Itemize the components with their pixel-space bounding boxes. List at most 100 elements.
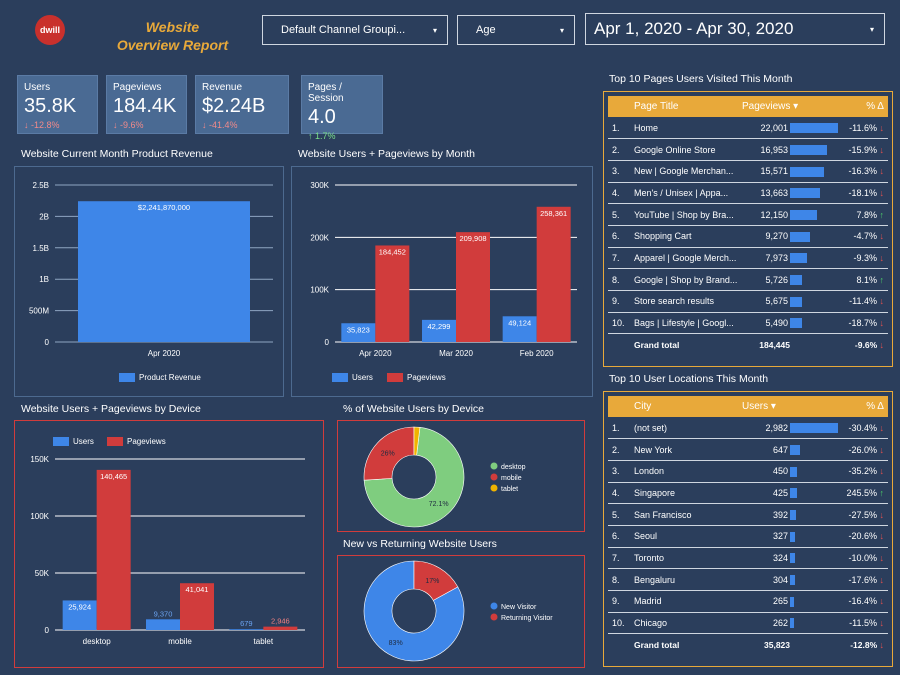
bar-pageviews[interactable]: [375, 245, 410, 342]
scorecard-delta: ↓ -9.6%: [113, 120, 144, 130]
x-tick-label: tablet: [254, 637, 274, 646]
table-row[interactable]: 5. San Francisco 392 -27.5% ↓: [608, 503, 888, 526]
bar-pageviews[interactable]: [536, 206, 571, 342]
y-tick-label: 1B: [39, 275, 49, 284]
slice-label: 26%: [381, 450, 395, 457]
row-bar-cell: [790, 225, 840, 248]
y-tick-label: 0: [45, 338, 50, 347]
table-row[interactable]: 6. Shopping Cart 9,270 -4.7% ↓: [608, 225, 888, 248]
legend-dot: [490, 613, 498, 621]
row-name: Toronto: [634, 547, 742, 570]
table-row[interactable]: 9. Madrid 265 -16.4% ↓: [608, 590, 888, 613]
scorecard-value: 4.0: [308, 106, 336, 128]
table-row[interactable]: 1. Home 22,001 -11.6% ↓: [608, 117, 888, 140]
y-tick-label: 100K: [30, 512, 49, 521]
y-tick-label: 300K: [310, 181, 329, 190]
bar-pageviews[interactable]: [263, 626, 298, 630]
revenue-chart-title: Website Current Month Product Revenue: [21, 148, 213, 160]
table-row[interactable]: 7. Toronto 324 -10.0% ↓: [608, 547, 888, 570]
scorecard-pages-session: Pages / Session 4.0 ↑ 1.7%: [301, 75, 383, 141]
table-row[interactable]: 6. Seoul 327 -20.6% ↓: [608, 525, 888, 548]
row-name: Store search results: [634, 290, 742, 313]
table-row[interactable]: 1. (not set) 2,982 -30.4% ↓: [608, 417, 888, 440]
column-header-title[interactable]: City: [634, 396, 742, 417]
scorecard-delta: ↓ -12.8%: [24, 120, 60, 130]
scorecard-label: Users: [24, 82, 51, 93]
bar-data-label: 184,452: [379, 247, 406, 256]
row-name: Apparel | Google Merch...: [634, 247, 742, 270]
monthly-chart-title: Website Users + Pageviews by Month: [298, 148, 475, 160]
table-row[interactable]: 10. Bags | Lifestyle | Googl... 5,490 -18.7…: [608, 312, 888, 335]
column-header-title[interactable]: Page Title: [634, 96, 742, 117]
arrow-down-icon: ↓: [879, 122, 885, 133]
value-bar: [790, 122, 838, 133]
pages-table-title: Top 10 Pages Users Visited This Month: [609, 73, 793, 85]
table-row[interactable]: 7. Apparel | Google Merch... 7,973 -9.3% ↓: [608, 247, 888, 270]
row-delta: -9.3% ↓: [840, 247, 888, 270]
column-header-delta[interactable]: % Δ: [840, 96, 888, 117]
legend-label: mobile: [501, 475, 522, 482]
y-tick-label: 2B: [39, 212, 49, 221]
scorecard-value: $2.24B: [202, 95, 266, 117]
table-row[interactable]: 9. Store search results 5,675 -11.4% ↓: [608, 290, 888, 313]
row-bar-cell: [790, 438, 840, 461]
row-value: 5,726: [742, 268, 790, 291]
scorecard-users: Users 35.8K ↓ -12.8%: [17, 75, 98, 134]
y-tick-label: 0: [325, 338, 330, 347]
row-bar-cell: [790, 612, 840, 635]
pages-table-panel: Page Title Pageviews ▾% Δ 1. Home 22,001 -11.…: [603, 91, 893, 367]
device-chart-title: Website Users + Pageviews by Device: [21, 403, 201, 415]
slice-label: 83%: [389, 640, 403, 647]
legend-label: Users: [352, 373, 373, 382]
legend-dot: [490, 484, 498, 492]
bar-product-revenue[interactable]: [78, 201, 250, 342]
value-bar: [790, 209, 817, 220]
table-row[interactable]: 8. Bengaluru 304 -17.6% ↓: [608, 568, 888, 591]
row-delta: 245.5% ↑: [840, 482, 888, 505]
bar-users[interactable]: [229, 629, 264, 630]
legend-swatch: [387, 373, 403, 382]
legend-label: Product Revenue: [139, 373, 201, 382]
row-bar-cell: [790, 268, 840, 291]
table-row[interactable]: 3. London 450 -35.2% ↓: [608, 460, 888, 483]
table-row[interactable]: 8. Google | Shop by Brand... 5,726 8.1% ↑: [608, 268, 888, 291]
scorecard-label: Pageviews: [113, 82, 162, 93]
monthly-bar-chart: 0 100K 200K 300K Apr 2020 35,823 184,452 Mar 20…: [310, 181, 577, 382]
date-range-picker[interactable]: Apr 1, 2020 - Apr 30, 2020 ▾: [585, 13, 885, 45]
column-header-sort[interactable]: Pageviews ▾: [742, 96, 840, 117]
report-title-line2: Overview Report: [116, 37, 229, 53]
value-bar: [790, 574, 795, 585]
value-bar: [790, 253, 807, 264]
row-value: 324: [742, 547, 790, 570]
row-delta: -10.0% ↓: [840, 547, 888, 570]
scorecard-label: Revenue: [202, 82, 243, 93]
bar-users[interactable]: [146, 619, 180, 630]
y-tick-label: 500M: [29, 307, 49, 316]
arrow-down-icon: ↓: [879, 639, 885, 650]
row-value: 9,270: [742, 225, 790, 248]
value-bar: [790, 466, 797, 477]
bar-data-label: $2,241,870,000: [138, 203, 190, 212]
bar-pageviews[interactable]: [96, 469, 131, 630]
column-header-delta[interactable]: % Δ: [840, 396, 888, 417]
row-name: Google Online Store: [634, 138, 742, 161]
bar-pageviews[interactable]: [456, 232, 490, 342]
grand-total-value: 35,823: [764, 639, 790, 650]
channel-grouping-dropdown[interactable]: Default Channel Groupi... ▾: [262, 15, 448, 45]
row-delta: -18.7% ↓: [840, 312, 888, 335]
table-row[interactable]: 4. Men's / Unisex | Appa... 13,663 -18.1% ↓: [608, 182, 888, 205]
age-dropdown[interactable]: Age ▾: [457, 15, 575, 45]
column-header-sort[interactable]: Users ▾: [742, 396, 840, 417]
table-row[interactable]: 2. New York 647 -26.0% ↓: [608, 438, 888, 461]
table-row[interactable]: 3. New | Google Merchan... 15,571 -16.3% ↓: [608, 160, 888, 183]
row-rank: 2.: [608, 438, 634, 461]
row-delta: -18.1% ↓: [840, 182, 888, 205]
row-name: New | Google Merchan...: [634, 160, 742, 183]
table-row[interactable]: 2. Google Online Store 16,953 -15.9% ↓: [608, 138, 888, 161]
arrow-down-icon: ↓: [879, 596, 885, 607]
row-delta: -20.6% ↓: [840, 525, 888, 548]
table-row[interactable]: 10. Chicago 262 -11.5% ↓: [608, 612, 888, 635]
row-delta: -27.5% ↓: [840, 503, 888, 526]
table-row[interactable]: 4. Singapore 425 245.5% ↑: [608, 482, 888, 505]
table-row[interactable]: 5. YouTube | Shop by Bra... 12,150 7.8% ↑: [608, 203, 888, 226]
